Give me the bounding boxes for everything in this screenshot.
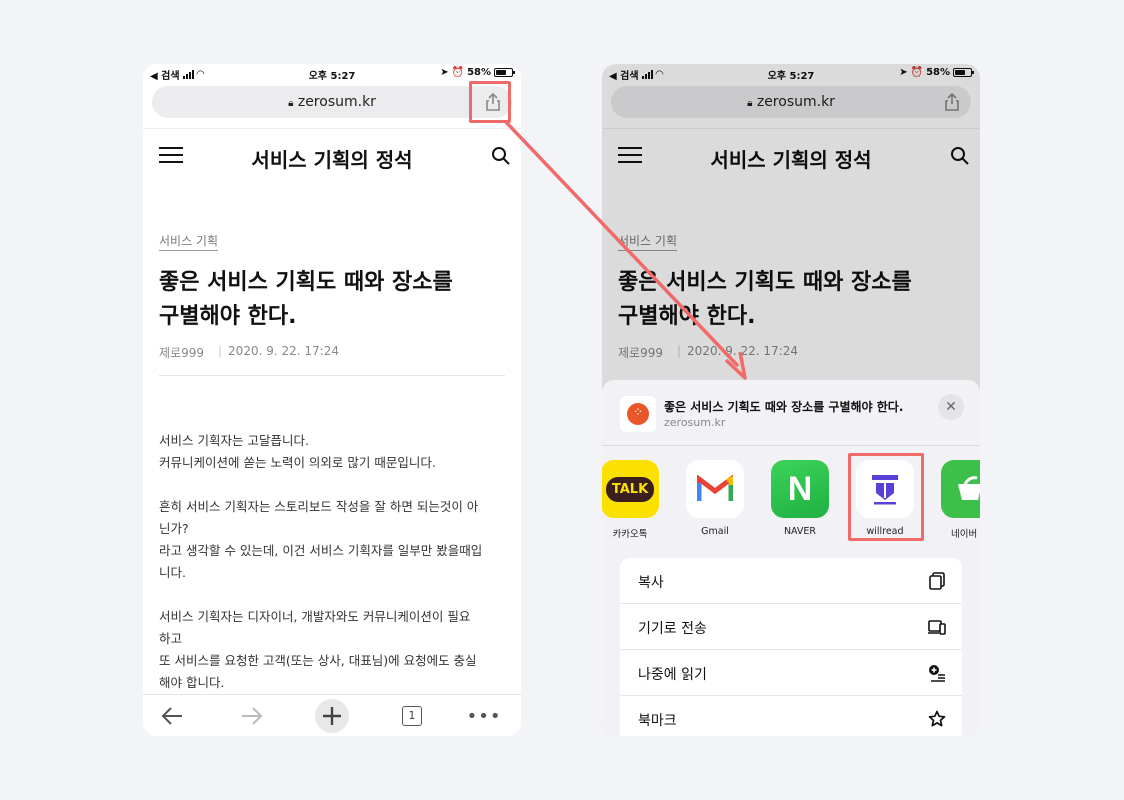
pointer-arrow: [503, 119, 747, 380]
